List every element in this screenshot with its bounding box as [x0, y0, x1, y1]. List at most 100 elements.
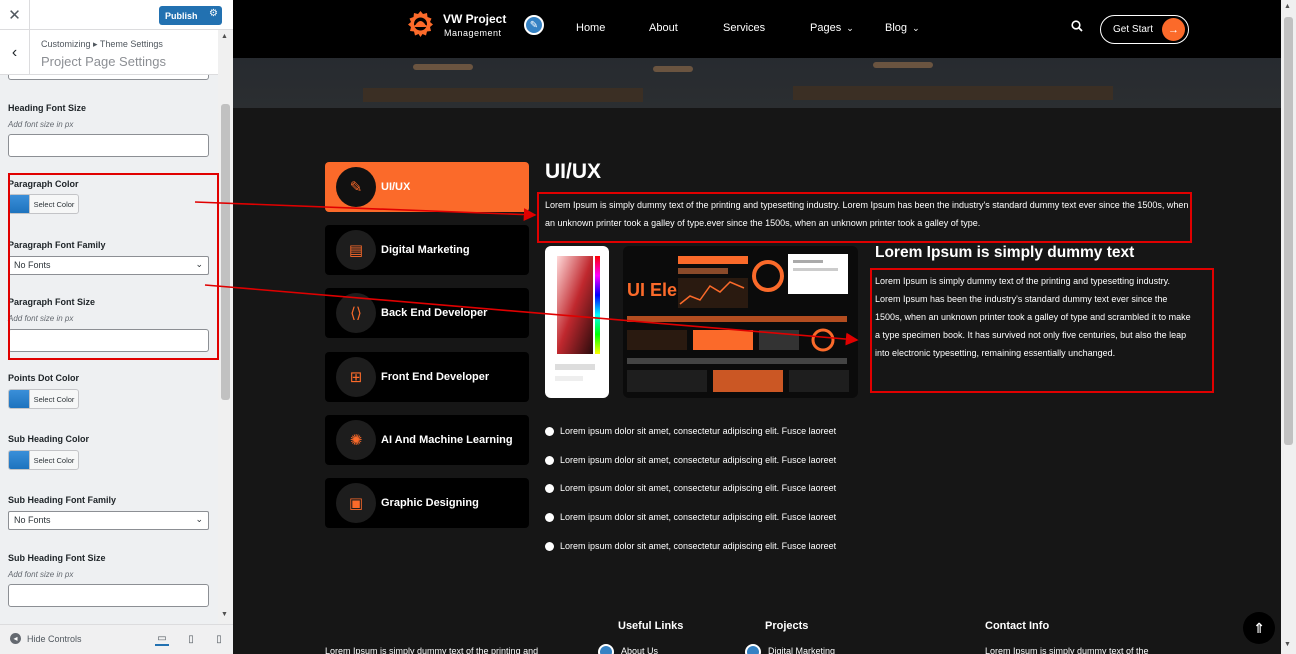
tablet-preview-icon[interactable]: ▯	[184, 633, 198, 646]
footer-link[interactable]: About Us	[621, 646, 658, 654]
arrow-right-icon: →	[1162, 18, 1185, 41]
hero-lamp-decor	[873, 62, 933, 68]
site-navbar: VW Project Management ✎ Home About Servi…	[233, 0, 1281, 58]
publish-button[interactable]: Publish ⚙	[159, 6, 222, 25]
tab-graphic-designing[interactable]: ▣ Graphic Designing	[325, 478, 529, 528]
code-icon: ⟨⟩	[336, 293, 376, 333]
flowchart-icon: ⊞	[336, 357, 376, 397]
previous-field-input[interactable]	[8, 75, 209, 80]
hide-controls-label: Hide Controls	[27, 633, 82, 644]
heading-font-size-input[interactable]	[8, 134, 209, 157]
footer-contact-text: Lorem Ipsum is simply dummy text of the	[985, 646, 1149, 654]
sub-heading-font-family-select[interactable]: No Fonts ⌄	[8, 511, 209, 530]
nav-home[interactable]: Home	[576, 22, 605, 34]
tab-front-end-developer[interactable]: ⊞ Front End Developer	[325, 352, 529, 402]
get-start-label: Get Start	[1113, 24, 1154, 35]
section-title: Project Page Settings	[41, 54, 167, 69]
scroll-down-icon[interactable]: ▼	[221, 611, 228, 618]
publish-label: Publish	[165, 10, 198, 21]
tab-label: Graphic Designing	[381, 496, 479, 509]
list-item-text: Lorem ipsum dolor sit amet, consectetur …	[560, 541, 837, 551]
sub-heading-font-size-input[interactable]	[8, 584, 209, 607]
scroll-up-icon[interactable]: ▲	[221, 33, 228, 40]
bullet-dot-icon	[545, 426, 554, 436]
annotation-box-sub-paragraph	[870, 268, 1214, 393]
search-icon[interactable]	[1071, 20, 1083, 32]
sub-heading-color-label: Sub Heading Color	[8, 434, 89, 444]
site-footer: Lorem Ipsum is simply dummy text of the …	[233, 600, 1281, 654]
bullet-dot-icon	[545, 483, 554, 493]
logo-subtitle[interactable]: Management	[444, 28, 502, 38]
gear-icon[interactable]: ⚙	[209, 8, 218, 19]
hero-desk-decor	[363, 88, 643, 102]
monitor-design-icon: ▣	[336, 483, 376, 523]
tab-ui-ux[interactable]: ✎ UI/UX	[325, 162, 529, 212]
edit-shortcut-icon[interactable]: ✎	[524, 15, 544, 35]
close-icon[interactable]: ✕	[0, 0, 30, 30]
customizer-header: ✕ Publish ⚙	[0, 0, 233, 30]
heading-font-size-label: Heading Font Size	[8, 103, 87, 113]
nav-about[interactable]: About	[649, 22, 678, 34]
brain-icon: ✺	[336, 420, 376, 460]
select-color-label: Select Color	[29, 390, 78, 408]
hide-controls-button[interactable]: ◂ Hide Controls	[10, 633, 82, 644]
color-swatch	[9, 390, 29, 408]
design-icon: ✎	[336, 167, 376, 207]
tab-back-end-developer[interactable]: ⟨⟩ Back End Developer	[325, 288, 529, 338]
ui-elements-mockup-image: UI Elements	[623, 246, 858, 398]
edit-shortcut-icon[interactable]	[745, 644, 761, 654]
back-chevron-icon[interactable]: ‹	[0, 30, 30, 75]
bullet-dot-icon	[545, 455, 554, 465]
nav-blog-label: Blog	[885, 22, 908, 34]
nav-pages[interactable]: Pages ⌄	[810, 22, 854, 34]
nav-services[interactable]: Services	[723, 22, 765, 34]
list-item-text: Lorem ipsum dolor sit amet, consectetur …	[560, 512, 837, 522]
list-item: Lorem ipsum dolor sit amet, consectetur …	[545, 426, 836, 436]
tab-label: AI And Machine Learning	[381, 433, 513, 446]
list-item: Lorem ipsum dolor sit amet, consectetur …	[545, 483, 836, 493]
footer-useful-links-heading: Useful Links	[618, 620, 684, 632]
edit-shortcut-icon[interactable]	[598, 644, 614, 654]
tab-label: Digital Marketing	[381, 243, 470, 256]
preview-scroll-thumb[interactable]	[1284, 17, 1293, 445]
footer-projects-heading: Projects	[765, 620, 809, 632]
list-item: Lorem ipsum dolor sit amet, consectetur …	[545, 541, 836, 551]
breadcrumb: Customizing ▸ Theme Settings	[41, 39, 163, 49]
desktop-preview-icon[interactable]: ▭	[155, 633, 169, 646]
nav-blog[interactable]: Blog ⌄	[885, 22, 920, 34]
sidebar-scroll-thumb[interactable]	[221, 104, 230, 400]
scroll-up-icon[interactable]: ▲	[1284, 3, 1291, 10]
section-header: ‹ Customizing ▸ Theme Settings Project P…	[0, 30, 218, 75]
heading-font-size-hint: Add font size in px	[8, 120, 74, 129]
mobile-preview-icon[interactable]: ▯	[212, 633, 226, 646]
points-dot-color-label: Points Dot Color	[8, 373, 79, 383]
sub-heading-font-size-label: Sub Heading Font Size	[8, 553, 106, 563]
tab-label: UI/UX	[381, 180, 411, 193]
tab-digital-marketing[interactable]: ▤ Digital Marketing	[325, 225, 529, 275]
list-item: Lorem ipsum dolor sit amet, consectetur …	[545, 512, 836, 522]
footer-project-link[interactable]: Digital Marketing	[768, 646, 835, 654]
color-picker-mockup-image	[545, 246, 609, 398]
tab-ai-machine-learning[interactable]: ✺ AI And Machine Learning	[325, 415, 529, 465]
sub-heading-font-family-label: Sub Heading Font Family	[8, 495, 117, 505]
tab-label: Front End Developer	[381, 370, 490, 383]
select-value: No Fonts	[14, 515, 51, 525]
gear-hardhat-logo-icon[interactable]	[407, 10, 434, 37]
back-to-top-button[interactable]: ⇑	[1243, 612, 1275, 644]
bullet-dot-icon	[545, 541, 554, 551]
sub-heading-font-size-hint: Add font size in px	[8, 570, 74, 579]
logo-title[interactable]: VW Project	[443, 12, 506, 26]
scroll-down-icon[interactable]: ▼	[1284, 641, 1291, 648]
list-item-text: Lorem ipsum dolor sit amet, consectetur …	[560, 483, 837, 493]
list-item-text: Lorem ipsum dolor sit amet, consectetur …	[560, 455, 837, 465]
list-item-text: Lorem ipsum dolor sit amet, consectetur …	[560, 426, 837, 436]
chevron-down-icon: ⌄	[846, 23, 854, 33]
footer-about-text: Lorem Ipsum is simply dummy text of the …	[325, 646, 539, 654]
get-start-button[interactable]: Get Start →	[1100, 15, 1189, 44]
annotation-box-paragraph	[537, 192, 1192, 243]
annotation-box-sidebar	[8, 173, 219, 360]
sub-heading-color-picker[interactable]: Select Color	[8, 450, 79, 470]
footer-contact-heading: Contact Info	[985, 620, 1050, 632]
list-item: Lorem ipsum dolor sit amet, consectetur …	[545, 455, 836, 465]
points-dot-color-picker[interactable]: Select Color	[8, 389, 79, 409]
